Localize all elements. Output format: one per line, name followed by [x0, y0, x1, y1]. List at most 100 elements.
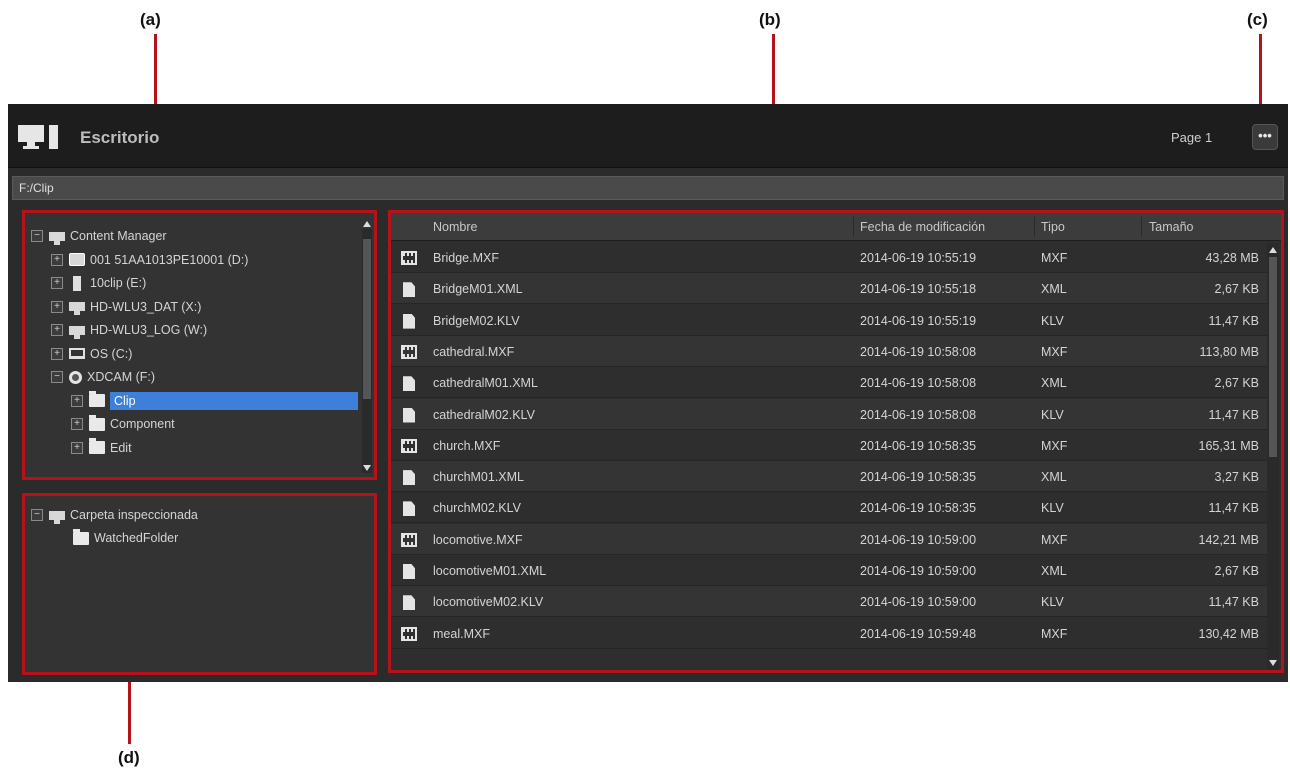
list-scroll-up-icon[interactable]	[1269, 247, 1277, 253]
expand-icon[interactable]: +	[51, 253, 63, 266]
file-date: 2014-06-19 10:58:35	[860, 501, 977, 516]
usb-stick-icon	[73, 275, 81, 291]
file-row[interactable]: locomotive.MXF 2014-06-19 10:59:00 MXF 142,…	[391, 523, 1267, 555]
network-drive-icon	[69, 325, 85, 339]
tree-item-label: HD-WLU3_LOG (W:)	[90, 323, 208, 337]
file-date: 2014-06-19 10:59:48	[860, 626, 977, 641]
tree-item[interactable]: − XDCAM (F:)	[51, 366, 155, 388]
file-type: XML	[1041, 282, 1067, 297]
expand-icon[interactable]: +	[51, 300, 63, 313]
file-date: 2014-06-19 10:59:00	[860, 595, 977, 610]
more-options-button[interactable]: •••	[1252, 124, 1278, 150]
file-row[interactable]: cathedralM01.XML 2014-06-19 10:58:08 XML 2,…	[391, 367, 1267, 399]
path-bar[interactable]: F:/Clip	[12, 176, 1284, 200]
file-row[interactable]: Bridge.MXF 2014-06-19 10:55:19 MXF 43,28 MB	[391, 242, 1267, 273]
film-icon	[401, 532, 417, 547]
file-row[interactable]: churchM01.XML 2014-06-19 10:58:35 XML 3,27 …	[391, 461, 1267, 493]
callout-d-line	[128, 674, 131, 744]
tree-item[interactable]: + Clip	[71, 390, 358, 412]
document-icon	[403, 376, 415, 392]
file-size: 130,42 MB	[1198, 626, 1259, 641]
expand-icon[interactable]: +	[51, 347, 63, 360]
location-title: Escritorio	[80, 128, 160, 147]
file-row[interactable]: BridgeM02.KLV 2014-06-19 10:55:19 KLV 11,47…	[391, 305, 1267, 336]
file-name: churchM01.XML	[433, 470, 525, 485]
pc-icon	[49, 231, 65, 245]
file-name: churchM02.KLV	[433, 501, 522, 516]
watched-root-label: Carpeta inspeccionada	[70, 508, 198, 522]
collapse-icon[interactable]: −	[31, 230, 43, 242]
expand-icon[interactable]: +	[71, 441, 83, 454]
disc-icon	[69, 370, 82, 384]
tree-item-label: HD-WLU3_DAT (X:)	[90, 299, 202, 314]
watched-folder-panel: − Carpeta inspeccionada WatchedFolder	[22, 493, 377, 675]
tree-scroll-up-icon[interactable]	[363, 221, 371, 227]
column-date[interactable]: Fecha de modificación	[860, 220, 985, 234]
watched-root[interactable]: − Carpeta inspeccionada	[31, 504, 198, 526]
tree-scroll-thumb[interactable]	[363, 239, 371, 399]
file-name: cathedral.MXF	[433, 344, 515, 359]
callout-c: (c)	[1247, 10, 1268, 29]
watched-item[interactable]: WatchedFolder	[73, 527, 178, 549]
list-header: Nombre Fecha de modificación Tipo Tamaño	[391, 213, 1281, 241]
tree-item[interactable]: + HD-WLU3_LOG (W:)	[51, 319, 207, 341]
file-date: 2014-06-19 10:58:35	[860, 470, 977, 485]
file-date: 2014-06-19 10:59:00	[860, 564, 977, 578]
file-row[interactable]: BridgeM01.XML 2014-06-19 10:55:18 XML 2,67 …	[391, 273, 1267, 305]
file-name: locomotiveM01.XML	[433, 564, 547, 578]
drive-icon	[69, 253, 85, 266]
file-row[interactable]: locomotiveM01.XML 2014-06-19 10:59:00 XML 2…	[391, 555, 1267, 586]
file-type: MXF	[1041, 344, 1068, 359]
tree-item[interactable]: + OS (C:)	[51, 343, 132, 365]
file-size: 43,28 MB	[1205, 251, 1259, 265]
tree-item-label: Component	[110, 417, 175, 431]
file-list-panel: Nombre Fecha de modificación Tipo Tamaño…	[388, 210, 1284, 673]
tree-scroll-down-icon[interactable]	[363, 465, 371, 471]
expand-icon[interactable]: +	[71, 418, 83, 430]
file-name: cathedralM02.KLV	[433, 407, 535, 422]
file-date: 2014-06-19 10:55:19	[860, 313, 977, 328]
column-size[interactable]: Tamaño	[1149, 220, 1193, 234]
title-bar: Escritorio Page 1 •••	[8, 104, 1288, 168]
file-row[interactable]: meal.MXF 2014-06-19 10:59:48 MXF 130,42 MB	[391, 618, 1267, 649]
file-size: 142,21 MB	[1198, 532, 1259, 547]
expand-icon[interactable]: +	[51, 277, 63, 289]
folder-icon	[89, 438, 105, 454]
document-icon	[403, 313, 415, 329]
expand-icon[interactable]: +	[51, 324, 63, 336]
tree-item[interactable]: − Content Manager	[31, 225, 167, 247]
file-type: KLV	[1041, 595, 1064, 610]
callout-d: (d)	[118, 748, 140, 767]
list-scroll-down-icon[interactable]	[1269, 660, 1277, 666]
folder-icon	[89, 391, 105, 407]
file-row[interactable]: cathedral.MXF 2014-06-19 10:58:08 MXF 113,8…	[391, 335, 1267, 367]
list-scroll-thumb[interactable]	[1269, 257, 1277, 457]
file-type: KLV	[1041, 313, 1064, 328]
file-row[interactable]: church.MXF 2014-06-19 10:58:35 MXF 165,31 M…	[391, 430, 1267, 461]
file-row[interactable]: churchM02.KLV 2014-06-19 10:58:35 KLV 11,47…	[391, 492, 1267, 524]
file-name: BridgeM01.XML	[433, 282, 523, 297]
tree-item[interactable]: +001 51AA1013PE10001 (D:)	[51, 249, 248, 271]
page-indicator: Page 1	[1171, 130, 1213, 145]
tree-scrollbar[interactable]	[362, 229, 372, 473]
tree-item-label: 001 51AA1013PE10001 (D:)	[90, 252, 249, 267]
tree-item[interactable]: + Component	[71, 413, 175, 435]
list-scrollbar[interactable]	[1267, 243, 1279, 670]
network-drive-icon	[69, 302, 85, 315]
column-name[interactable]: Nombre	[433, 220, 477, 234]
file-date: 2014-06-19 10:58:08	[860, 376, 977, 391]
tree-item[interactable]: + HD-WLU3_DAT (X:)	[51, 296, 201, 318]
file-date: 2014-06-19 10:58:35	[860, 438, 977, 453]
tree-item-label: Content Manager	[70, 229, 167, 243]
file-row[interactable]: locomotiveM02.KLV 2014-06-19 10:59:00 KLV 1…	[391, 586, 1267, 618]
collapse-icon[interactable]: −	[31, 509, 43, 521]
file-type: XML	[1041, 564, 1067, 578]
column-type[interactable]: Tipo	[1041, 220, 1065, 234]
expand-icon[interactable]: +	[71, 394, 83, 407]
file-type: KLV	[1041, 407, 1064, 422]
tree-item[interactable]: + Edit	[71, 437, 132, 459]
collapse-icon[interactable]: −	[51, 371, 63, 383]
file-row[interactable]: cathedralM02.KLV 2014-06-19 10:58:08 KLV 11…	[391, 398, 1267, 430]
tree-item[interactable]: +10clip (E:)	[51, 272, 146, 294]
file-name: church.MXF	[433, 438, 501, 453]
